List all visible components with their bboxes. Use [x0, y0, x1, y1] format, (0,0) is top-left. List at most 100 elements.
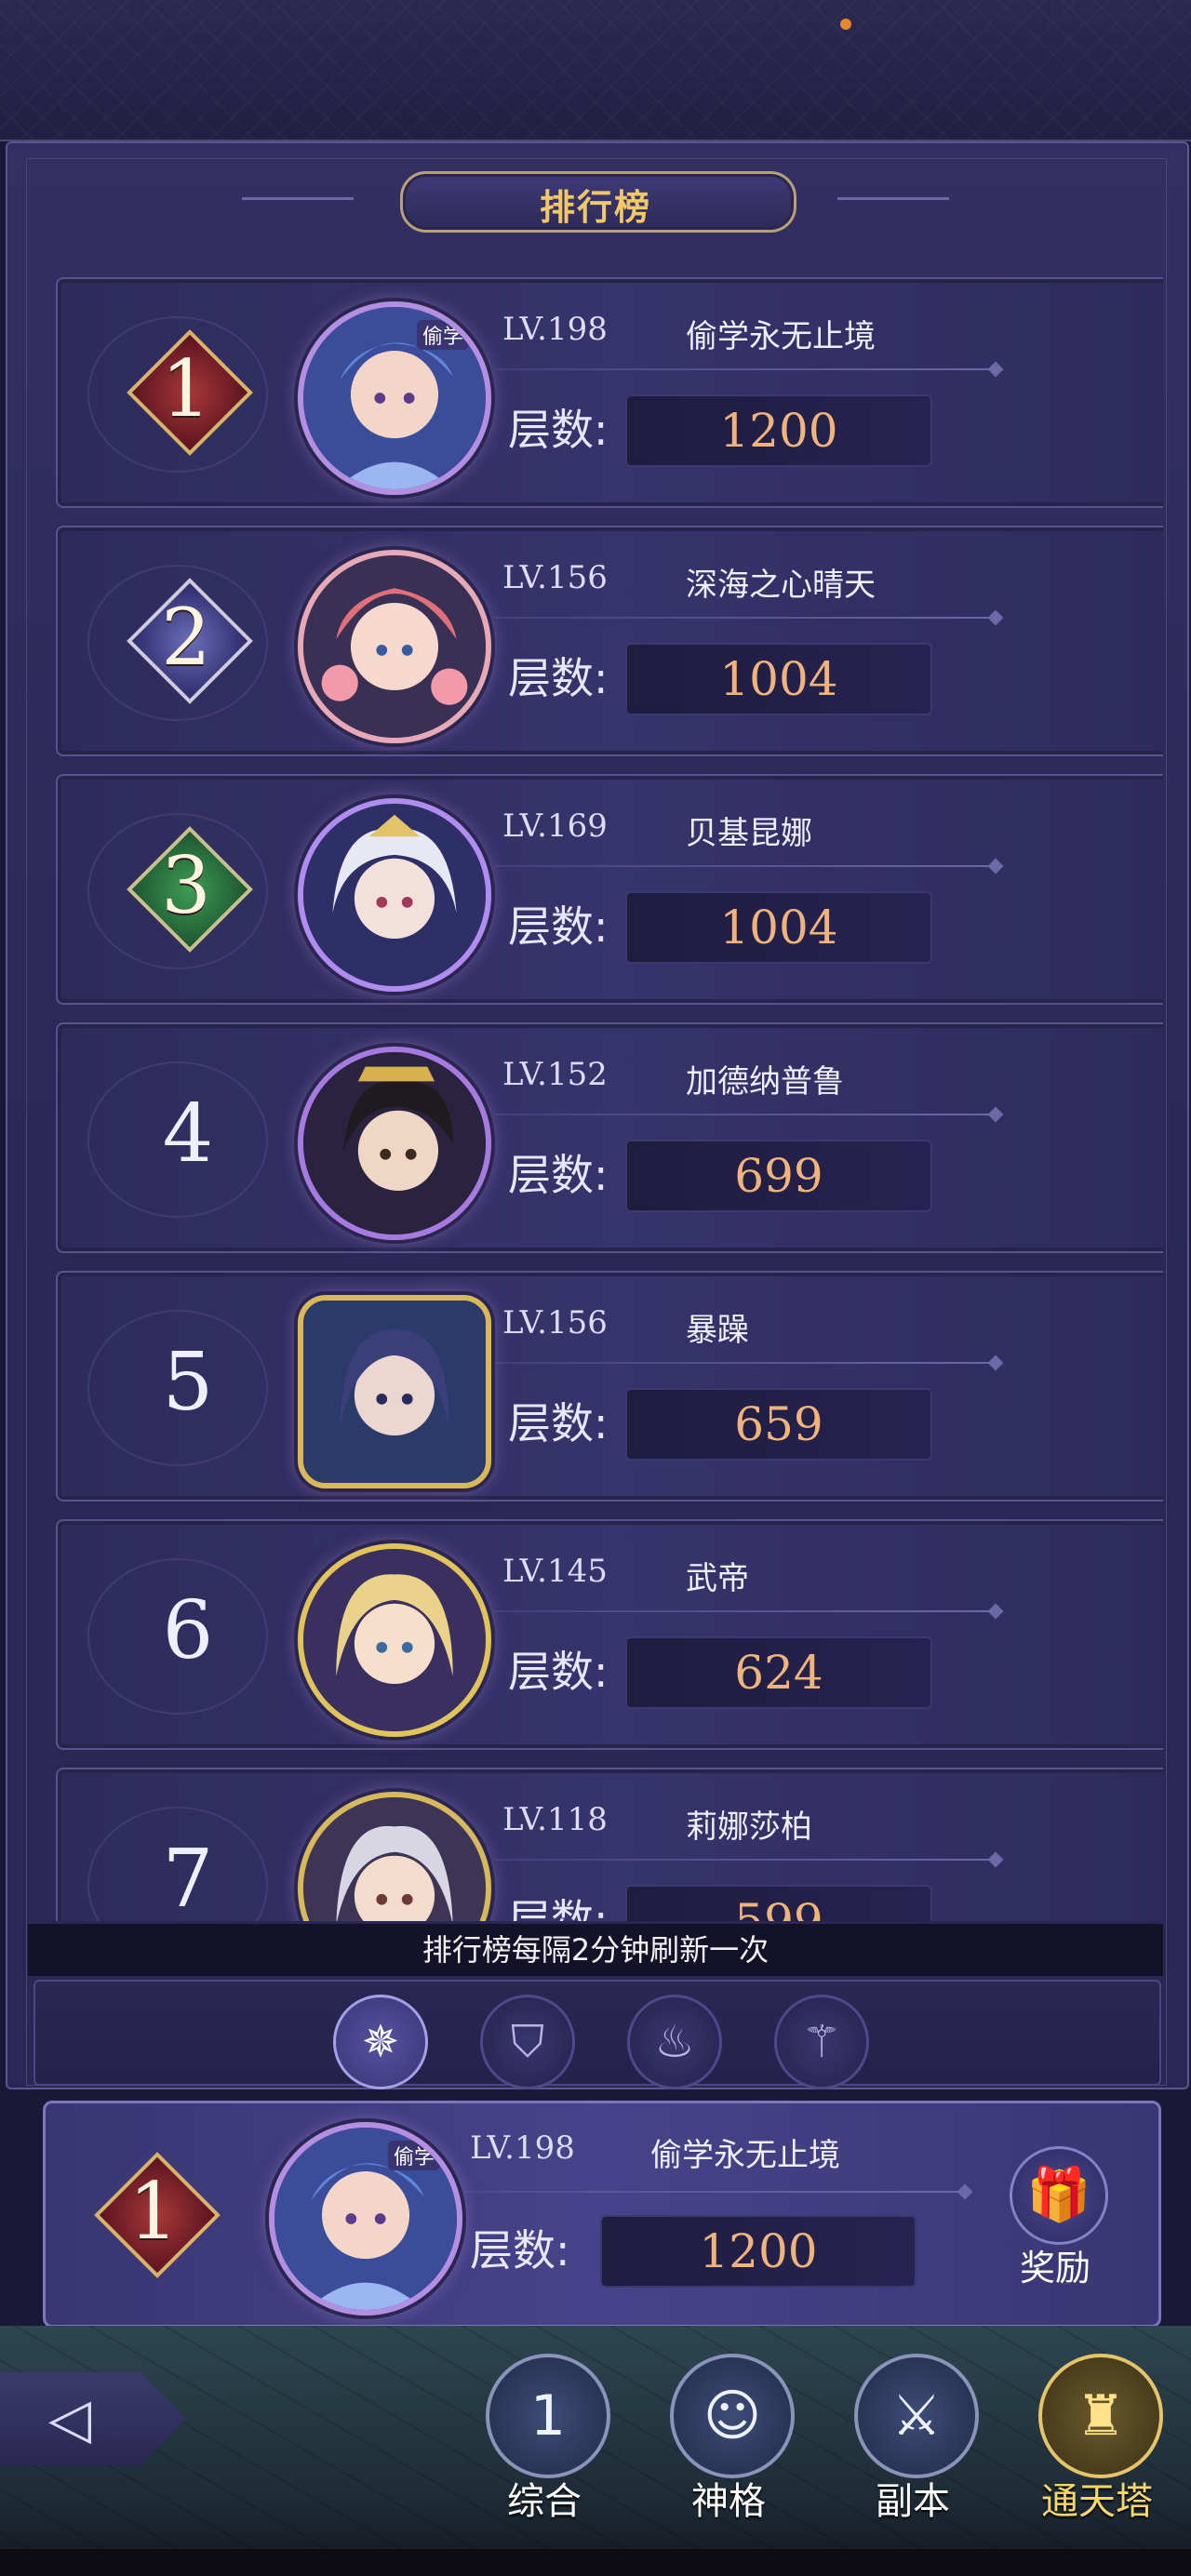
player-avatar[interactable] [298, 1543, 491, 1737]
player-avatar[interactable] [298, 550, 491, 743]
back-button[interactable]: ◁ [0, 2363, 195, 2475]
title-banner: 排行榜 [242, 164, 949, 234]
filter-compass-button[interactable]: ✵ [333, 1995, 428, 2089]
row-divider [495, 1362, 997, 1364]
floor-label: 层数: [508, 653, 609, 703]
filter-trident-button[interactable]: ⚚ [774, 1995, 869, 2089]
filter-helmet-button[interactable]: ⛉ [480, 1995, 575, 2089]
refresh-notice: 排行榜每隔2分钟刷新一次 [28, 1924, 1163, 1976]
player-level: LV.156 [502, 1304, 608, 1341]
compass-icon: ✵ [361, 2016, 400, 2068]
floor-value: 1004 [625, 891, 932, 964]
player-level: LV.198 [502, 311, 608, 348]
nav-deity[interactable]: ☺ 神格 [649, 2354, 808, 2540]
floor-value: 624 [625, 1636, 932, 1709]
my-floor-label: 层数: [470, 2225, 570, 2276]
floor-label: 层数: [508, 1647, 609, 1697]
rank-number: 1 [161, 343, 211, 434]
ranking-row[interactable]: 3 LV.169 贝基昆娜 层数: 1004 [56, 774, 1163, 1005]
avatar-portrait-icon [303, 1052, 486, 1235]
gift-icon-glyph: 🎁 [1026, 2165, 1091, 2225]
row-divider [464, 2191, 967, 2193]
floor-label: 层数: [508, 1398, 609, 1448]
back-arrow-icon: ◁ [48, 2386, 92, 2451]
ranking-row[interactable]: 2 LV.156 深海之心晴天 层数: 1004 [56, 526, 1163, 756]
page-title: 排行榜 [539, 187, 651, 228]
overall-icon: 1 [486, 2354, 610, 2478]
avatar-tag: 偷学 [387, 2141, 440, 2170]
row-divider [495, 1114, 997, 1115]
row-divider [495, 368, 997, 370]
rank-number: 2 [161, 592, 211, 683]
player-level: LV.169 [502, 808, 608, 845]
ranking-row[interactable]: 1 偷学 LV.198 偷学永无止境 层数: 1200 [56, 277, 1163, 508]
tower-icon: ♜ [1038, 2354, 1163, 2478]
rank-number: 6 [162, 1584, 214, 1677]
banner-wing-left [242, 197, 354, 200]
bottom-strip [0, 2549, 1191, 2576]
my-ranking-row: 1 偷学 LV.198 偷学永无止境 层数: 1200 🎁 奖励 [43, 2101, 1161, 2328]
deity-icon: ☺ [670, 2354, 795, 2478]
reward-button[interactable]: 🎁 奖励 [995, 2146, 1116, 2289]
rank-number: 5 [162, 1336, 214, 1429]
avatar-tag: 偷学 [416, 320, 469, 350]
floor-label: 层数: [508, 901, 609, 952]
my-rank-number: 1 [128, 2166, 179, 2257]
nav-overall[interactable]: 1 综合 [465, 2354, 623, 2540]
nav-deity-label: 神格 [691, 2480, 766, 2523]
floor-label: 层数: [508, 405, 609, 455]
player-name: 偷学永无止境 [686, 318, 876, 355]
player-avatar[interactable]: 偷学 [298, 301, 491, 495]
player-avatar[interactable] [298, 1047, 491, 1240]
filter-flame-button[interactable]: ♨ [627, 1995, 722, 2089]
player-name: 暴躁 [686, 1312, 749, 1349]
ranking-row[interactable]: 7 LV.118 莉娜莎柏 层数: 599 [56, 1768, 1163, 1921]
category-filter-bar: ✵ ⛉ ♨ ⚚ [33, 1980, 1161, 2089]
player-name: 莉娜莎柏 [686, 1809, 812, 1846]
floor-value: 659 [625, 1388, 932, 1461]
avatar-portrait-icon [303, 1797, 486, 1921]
reward-label: 奖励 [1019, 2248, 1091, 2289]
helmet-icon: ⛉ [510, 2016, 544, 2068]
nav-dungeon-label: 副本 [876, 2480, 950, 2523]
rank-medal-gold: 1 [127, 329, 253, 456]
nav-tower-label: 通天塔 [1041, 2480, 1153, 2523]
player-avatar[interactable] [298, 1295, 491, 1488]
ranking-row[interactable]: 4 LV.152 加德纳普鲁 层数: 699 [56, 1022, 1163, 1253]
nav-tower[interactable]: ♜ 通天塔 [1018, 2354, 1176, 2540]
trident-icon: ⚚ [801, 2016, 842, 2068]
rank-medal-bronze: 3 [127, 826, 253, 953]
ranking-row[interactable]: 6 LV.145 武帝 层数: 624 [56, 1519, 1163, 1750]
avatar-portrait-icon [303, 555, 486, 738]
nav-dungeon[interactable]: ⚔ 副本 [834, 2354, 992, 2540]
my-avatar[interactable]: 偷学 [269, 2122, 462, 2316]
player-level: LV.118 [502, 1801, 608, 1838]
gift-icon: 🎁 [1010, 2146, 1108, 2245]
player-avatar[interactable] [298, 798, 491, 992]
player-level: LV.145 [502, 1553, 608, 1590]
avatar-portrait-icon [303, 804, 486, 986]
rank-number: 7 [162, 1833, 214, 1921]
banner-wing-right [837, 197, 949, 200]
floor-value: 1004 [625, 643, 932, 715]
floor-label: 层数: [508, 1895, 609, 1921]
row-divider [495, 617, 997, 619]
floor-label: 层数: [508, 1150, 609, 1200]
rank-number: 4 [162, 1088, 214, 1181]
row-divider [495, 1610, 997, 1612]
my-name: 偷学永无止境 [650, 2137, 840, 2174]
floor-value: 1200 [625, 394, 932, 467]
top-header-strip [0, 0, 1191, 141]
player-avatar[interactable] [298, 1792, 491, 1921]
flame-icon: ♨ [654, 2016, 695, 2068]
player-level: LV.156 [502, 559, 608, 596]
player-name: 深海之心晴天 [686, 567, 876, 604]
row-divider [495, 865, 997, 867]
ranking-list[interactable]: 1 偷学 LV.198 偷学永无止境 层数: 1200 2 LV.156 深海之… [28, 270, 1163, 1921]
ranking-row[interactable]: 5 LV.156 暴躁 层数: 659 [56, 1271, 1163, 1502]
nav-overall-label: 综合 [507, 2480, 582, 2523]
player-name: 武帝 [686, 1560, 749, 1597]
status-dot [840, 19, 851, 30]
my-level: LV.198 [470, 2129, 575, 2167]
player-level: LV.152 [502, 1056, 608, 1093]
